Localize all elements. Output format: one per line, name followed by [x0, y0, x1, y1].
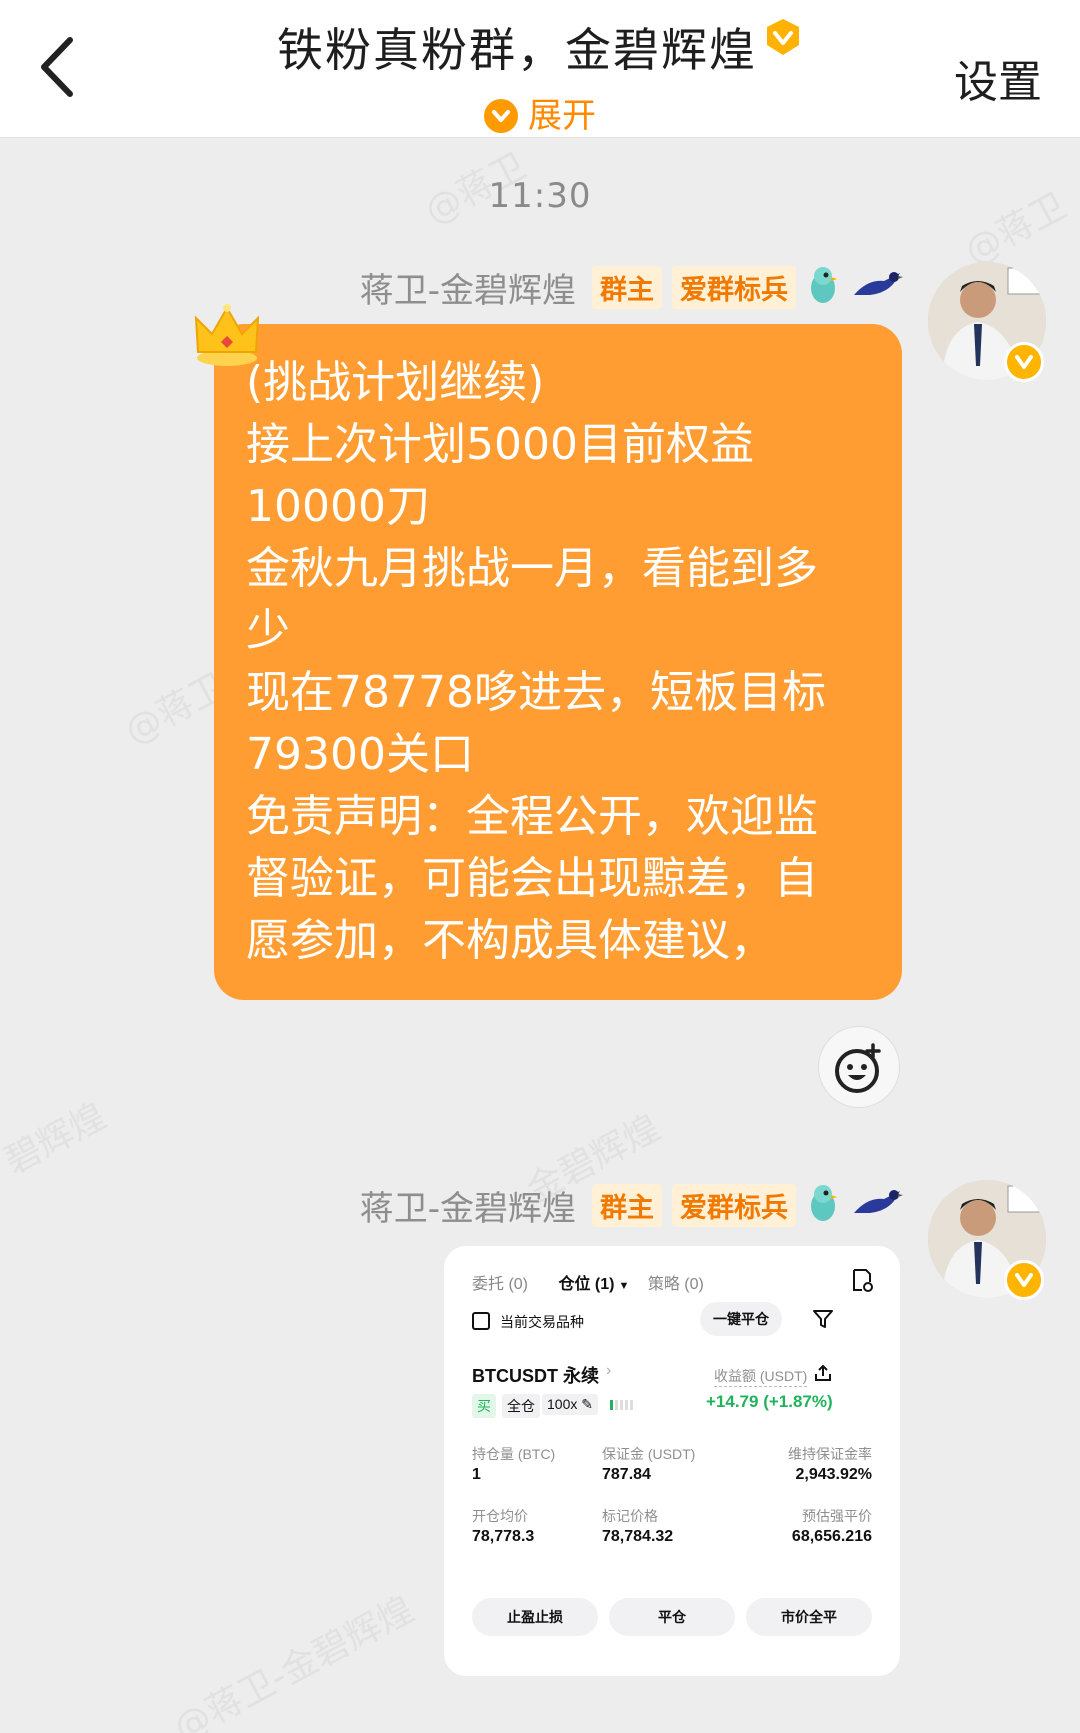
- watermark: @蒋卫-金碧辉煌: [167, 1588, 421, 1733]
- leverage-tag[interactable]: 100x ✎: [542, 1394, 598, 1415]
- filter-checkbox[interactable]: [472, 1312, 490, 1330]
- leverage-value: 100x: [547, 1396, 578, 1412]
- caret-down-icon: ▼: [618, 1280, 630, 1292]
- verified-v-icon: [1004, 1260, 1044, 1300]
- message-line: 现在78778哆进去，短板目标: [246, 667, 826, 718]
- position-tabs: 委托 (0) 仓位 (1) ▼ 策略 (0): [472, 1270, 704, 1294]
- tp-sl-button[interactable]: 止盈止损: [472, 1598, 598, 1636]
- stat-value: 787.84: [602, 1466, 651, 1483]
- crown-icon: [190, 300, 264, 370]
- stat-label: 维持保证金率: [788, 1446, 872, 1462]
- adl-indicator: [610, 1398, 634, 1417]
- magpie-badge-icon: [850, 265, 904, 309]
- message-line: 10000刀: [246, 481, 430, 532]
- history-doc-icon[interactable]: [850, 1268, 874, 1297]
- expand-label: 展开: [528, 96, 596, 136]
- trade-screenshot-card[interactable]: 委托 (0) 仓位 (1) ▼ 策略 (0) 当前交易品种 一键平仓 BTCUSD…: [444, 1246, 900, 1676]
- bird-badge-icon: [806, 1182, 840, 1228]
- stat-value: 78,778.3: [472, 1528, 535, 1545]
- stat-value: 78,784.32: [602, 1528, 674, 1545]
- owner-tag: 群主: [592, 265, 662, 309]
- filter-label: 当前交易品种: [500, 1314, 584, 1330]
- stat-label: 持仓量 (BTC): [472, 1446, 556, 1462]
- stat-label: 开仓均价: [472, 1508, 528, 1524]
- emoji-add-icon: [835, 1043, 881, 1093]
- message-bubble[interactable]: (挑战计划继续) 接上次计划5000目前权益 10000刀 金秋九月挑战一月，看…: [214, 324, 902, 1000]
- message-line: (挑战计划继续): [246, 357, 545, 408]
- stat-label: 预估强平价: [802, 1508, 872, 1524]
- chevron-down-icon: [484, 99, 518, 133]
- close-position-button[interactable]: 平仓: [609, 1598, 735, 1636]
- message-line: 愿参加，不构成具体建议，: [246, 915, 774, 966]
- fan-tag: 爱群标兵: [672, 265, 796, 309]
- message-line: 少: [246, 605, 290, 656]
- pnl-label: 收益额 (USDT): [714, 1366, 808, 1387]
- bird-badge-icon: [806, 264, 840, 310]
- tab-positions[interactable]: 仓位 (1): [558, 1276, 614, 1293]
- tab-orders[interactable]: 委托 (0): [472, 1276, 528, 1293]
- message-timestamp: 11:30: [488, 176, 592, 216]
- stat-label: 标记价格: [602, 1508, 658, 1524]
- stat-label: 保证金 (USDT): [602, 1446, 696, 1462]
- verified-v-icon: [1004, 342, 1044, 382]
- margin-mode-tag: 全仓: [502, 1394, 540, 1418]
- chat-header: 铁粉真粉群，金碧辉煌 展开 设置: [0, 0, 1080, 138]
- tab-strategies[interactable]: 策略 (0): [648, 1276, 704, 1293]
- share-icon[interactable]: [814, 1364, 832, 1387]
- message-line: 金秋九月挑战一月，看能到多: [246, 543, 818, 594]
- close-all-button[interactable]: 一键平仓: [700, 1302, 782, 1336]
- message-line: 接上次计划5000目前权益: [246, 419, 754, 470]
- fan-tag: 爱群标兵: [672, 1183, 796, 1227]
- owner-tag: 群主: [592, 1183, 662, 1227]
- market-close-all-button[interactable]: 市价全平: [746, 1598, 872, 1636]
- group-title: 铁粉真粉群，金碧辉煌: [0, 14, 1080, 80]
- verified-badge-icon: [763, 14, 803, 68]
- filter-funnel-icon[interactable]: [812, 1308, 834, 1335]
- pnl-value: +14.79 (+1.87%): [706, 1392, 833, 1411]
- chevron-right-icon: ›: [606, 1362, 612, 1379]
- add-reaction-button[interactable]: [818, 1026, 900, 1108]
- group-title-text: 铁粉真粉群，金碧辉煌: [277, 23, 757, 77]
- sender-row: 蒋卫-金碧辉煌 群主 爱群标兵: [360, 262, 904, 312]
- message-line: 79300关口: [246, 729, 474, 780]
- stat-value: 1: [472, 1466, 481, 1483]
- symbol-name[interactable]: BTCUSDT 永续: [472, 1362, 599, 1388]
- sender-name[interactable]: 蒋卫-金碧辉煌: [360, 263, 576, 312]
- edit-pencil-icon: ✎: [581, 1396, 593, 1412]
- message-line: 督验证，可能会出现黥差，自: [246, 853, 818, 904]
- magpie-badge-icon: [850, 1183, 904, 1227]
- settings-button[interactable]: 设置: [954, 46, 1042, 110]
- watermark: 碧辉煌: [0, 1095, 113, 1183]
- expand-toggle[interactable]: 展开: [0, 88, 1080, 137]
- side-tag: 买: [472, 1394, 496, 1418]
- sender-name[interactable]: 蒋卫-金碧辉煌: [360, 1181, 576, 1230]
- stat-value: 68,656.216: [791, 1528, 872, 1545]
- sender-row: 蒋卫-金碧辉煌 群主 爱群标兵: [360, 1180, 904, 1230]
- message-line: 免责声明：全程公开，欢迎监: [246, 791, 818, 842]
- stat-value: 2,943.92%: [795, 1466, 872, 1483]
